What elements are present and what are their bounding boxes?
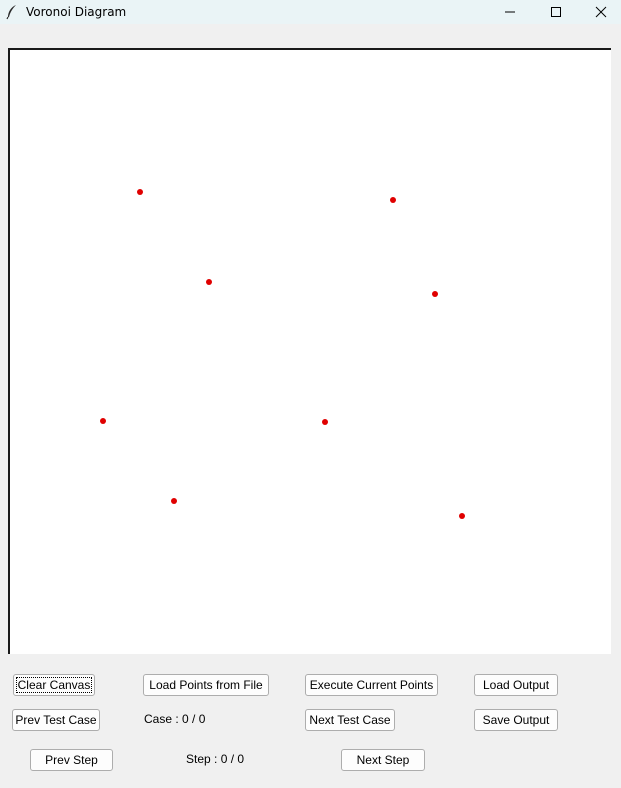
minimize-button[interactable] <box>487 0 533 24</box>
site-point <box>459 513 465 519</box>
site-point <box>322 419 328 425</box>
prev-test-case-button[interactable]: Prev Test Case <box>12 709 100 731</box>
drawing-canvas[interactable] <box>8 48 611 654</box>
step-counter: Step : 0 / 0 <box>186 752 245 766</box>
points-layer <box>100 189 465 519</box>
site-point <box>206 279 212 285</box>
execute-points-button[interactable]: Execute Current Points <box>305 674 438 696</box>
maximize-icon <box>551 7 561 17</box>
title-bar: Voronoi Diagram <box>0 0 621 24</box>
clear-canvas-button[interactable]: Clear Canvas <box>13 674 95 696</box>
feather-icon <box>5 4 19 20</box>
save-output-button[interactable]: Save Output <box>474 709 558 731</box>
close-button[interactable] <box>578 0 621 24</box>
next-step-button[interactable]: Next Step <box>341 749 425 771</box>
site-point <box>390 197 396 203</box>
close-icon <box>595 6 607 18</box>
site-point <box>171 498 177 504</box>
minimize-icon <box>505 11 515 13</box>
window-title: Voronoi Diagram <box>26 5 127 19</box>
site-point <box>432 291 438 297</box>
maximize-button[interactable] <box>533 0 579 24</box>
prev-step-button[interactable]: Prev Step <box>30 749 113 771</box>
load-points-button[interactable]: Load Points from File <box>143 674 269 696</box>
site-point <box>100 418 106 424</box>
site-point <box>137 189 143 195</box>
load-output-button[interactable]: Load Output <box>474 674 558 696</box>
next-test-case-button[interactable]: Next Test Case <box>305 709 395 731</box>
case-counter: Case : 0 / 0 <box>144 712 206 726</box>
